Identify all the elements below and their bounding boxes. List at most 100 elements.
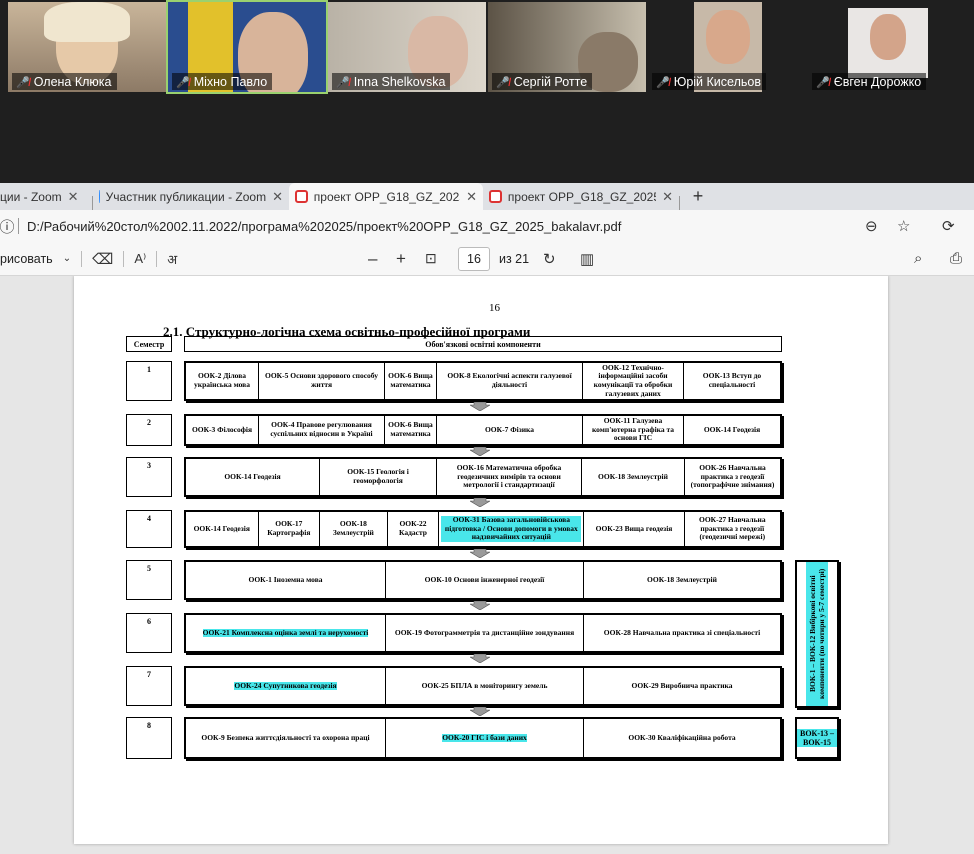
component-cell: ООК-14 Геодезія: [186, 512, 259, 546]
component-cell: ООК-28 Навчальна практика зі спеціальнос…: [584, 615, 780, 651]
zoom-magnifier-icon[interactable]: ⊖: [865, 217, 878, 235]
close-icon[interactable]: ✕: [68, 189, 79, 205]
mic-muted-icon: 🎤̸: [496, 76, 510, 89]
component-cell: ООК-23 Вища геодезія: [584, 512, 685, 546]
component-cell: ООК-27 Навчальна практика з геодезії (ге…: [685, 512, 780, 546]
participant-tile-3[interactable]: 🎤̸ Inna Shelkovska: [328, 2, 486, 92]
component-cell: ООК-25 БПЛА в моніторингу земель: [386, 668, 584, 704]
tab-zoom-1[interactable]: ции - Zoom ✕: [0, 183, 92, 210]
component-label: ООК-30 Кваліфікаційна робота: [628, 732, 736, 742]
component-label: ООК-3 Філософія: [191, 424, 253, 434]
component-label: ООК-1 Іноземна мова: [248, 574, 323, 584]
semester-row: ООК-14 Геодезія ООК-17 Картографія ООК-18 …: [184, 510, 782, 548]
page-number: 16: [489, 302, 500, 314]
component-cell: ООК-5 Основи здорового способу життя: [259, 363, 385, 399]
component-cell: ООК-8 Екологічні аспекти галузевої діяль…: [437, 363, 583, 399]
component-cell: ООК-19 Фотограмметрія та дистанційне зон…: [386, 615, 584, 651]
zoom-in-button[interactable]: +: [396, 249, 406, 269]
semester-row: ООК-21 Комплексна оцінка землі та нерухо…: [184, 613, 782, 653]
read-aloud-icon[interactable]: A⁾: [134, 251, 146, 267]
pdf-toolbar: рисовать ⌄ ⌫ A⁾ अ – + ⊡ 16 из 21 ↻ ▥ ⌕ ⎙: [0, 242, 974, 276]
close-icon[interactable]: ✕: [662, 189, 673, 205]
down-arrow-icon: [470, 549, 490, 558]
component-cell: ООК-29 Виробнича практика: [584, 668, 780, 704]
semester-cell: 8: [126, 717, 172, 759]
pdf-page: 16 2.1. Структурно-логічна схема освітнь…: [74, 276, 888, 844]
participant-tile-5[interactable]: 🎤̸ Юрій Кисельов: [648, 2, 806, 92]
semester-cell: 2: [126, 414, 172, 446]
info-icon[interactable]: ⓘ: [0, 216, 15, 237]
tab-zoom-2[interactable]: Участник публикации - Zoom ✕: [93, 183, 289, 210]
down-arrow-icon: [470, 707, 490, 716]
component-cell: ООК-14 Геодезія: [684, 416, 780, 444]
component-label: ООК-18 Землеустрій: [598, 471, 668, 481]
down-arrow-icon: [470, 654, 490, 663]
component-label: ООК-11 Галузева комп'ютерна графіка та о…: [591, 416, 675, 443]
mic-muted-icon: 🎤̸: [656, 76, 670, 89]
component-label: ООК-28 Навчальна практика зі спеціальнос…: [603, 627, 761, 637]
fit-page-icon[interactable]: ⊡: [425, 250, 437, 267]
component-label: ООК-13 Вступ до спеціальності: [702, 371, 762, 389]
component-cell: ООК-24 Супутникова геодезія: [186, 668, 386, 704]
component-label: ООК-24 Супутникова геодезія: [234, 680, 337, 691]
down-arrow-icon: [470, 402, 490, 411]
component-label: ООК-17 Картографія: [267, 519, 311, 537]
component-label: ООК-8 Екологічні аспекти галузевої діяль…: [447, 371, 572, 389]
component-label: ООК-9 Безпека життєдіяльності та охорона…: [201, 732, 370, 742]
url-text[interactable]: D:/Рабочий%20стол%2002.11.2022/програма%…: [27, 219, 621, 234]
participant-name: 🎤̸ Олена Клюка: [12, 73, 117, 90]
down-arrow-icon: [470, 447, 490, 456]
star-icon[interactable]: ☆: [897, 217, 910, 235]
component-cell: ООК-18 Землеустрій: [584, 562, 780, 598]
component-label: ООК-26 Навчальна практика з геодезії (то…: [690, 463, 775, 490]
mic-muted-icon: 🎤̸: [816, 76, 830, 89]
component-cell: ООК-20 ГІС і бази даних: [386, 719, 584, 757]
component-label: ООК-14 Геодезія: [224, 471, 281, 481]
tab-pdf-bakalavr[interactable]: проект OPP_G18_GZ_2025_bakala✕: [289, 183, 483, 210]
component-cell: ООК-6 Вища математика: [385, 363, 437, 399]
component-cell: ООК-4 Правове регулювання суспільних від…: [259, 416, 385, 444]
component-cell: ООК-11 Галузева комп'ютерна графіка та о…: [583, 416, 684, 444]
eraser-icon[interactable]: ⌫: [92, 250, 113, 268]
component-label: ООК-18 Землеустрій: [332, 519, 374, 537]
component-cell: ООК-16 Математична обробка геодезичних в…: [437, 459, 582, 495]
mic-muted-icon: 🎤̸: [176, 76, 190, 89]
participant-tile-6[interactable]: 🎤̸ Євген Дорожко: [808, 2, 974, 92]
component-cell: ООК-9 Безпека життєдіяльності та охорона…: [186, 719, 386, 757]
elective-block-8: ВОК-13 – ВОК-15: [795, 717, 839, 759]
participant-name: 🎤̸ Міхно Павло: [172, 73, 273, 90]
participant-tile-1[interactable]: 🎤̸ Олена Клюка: [8, 2, 166, 92]
component-cell: ООК-3 Філософія: [186, 416, 259, 444]
extensions-icon[interactable]: ⟳: [942, 217, 955, 235]
rotate-icon[interactable]: ↻: [543, 250, 556, 268]
participant-name: 🎤̸ Inna Shelkovska: [332, 73, 451, 90]
new-tab-button[interactable]: +: [680, 183, 716, 210]
chevron-down-icon[interactable]: ⌄: [63, 253, 71, 264]
component-cell: ООК-26 Навчальна практика з геодезії (то…: [685, 459, 780, 495]
participant-tile-2[interactable]: 🎤̸ Міхно Павло: [166, 0, 328, 94]
tab-pdf-magis[interactable]: проект OPP_G18_GZ_2025_Magis✕: [483, 183, 679, 210]
close-icon[interactable]: ✕: [272, 189, 283, 205]
component-label: ООК-14 Геодезія: [703, 424, 761, 434]
close-icon[interactable]: ✕: [466, 189, 477, 205]
pdf-icon: [295, 190, 308, 203]
component-cell: ООК-15 Геологія і геоморфологія: [320, 459, 437, 495]
participant-tile-4[interactable]: 🎤̸ Сергій Ротте: [488, 2, 646, 92]
component-cell: ООК-14 Геодезія: [186, 459, 320, 495]
semester-cell: 4: [126, 510, 172, 548]
semester-row: ООК-2 Ділова українська мова ООК-5 Основи…: [184, 361, 782, 401]
pdf-viewer[interactable]: 16 2.1. Структурно-логічна схема освітнь…: [0, 276, 974, 854]
page-view-icon[interactable]: ▥: [580, 250, 594, 268]
component-label: ООК-22 Кадастр: [399, 519, 427, 537]
component-label: ООК-4 Правове регулювання суспільних від…: [270, 420, 373, 438]
draw-button[interactable]: рисовать: [0, 252, 53, 266]
component-label: ООК-12 Технічно-інформаційні засоби кому…: [593, 362, 673, 398]
print-icon[interactable]: ⎙: [950, 250, 962, 267]
translate-icon[interactable]: अ: [167, 250, 177, 268]
page-number-input[interactable]: 16: [458, 246, 490, 271]
zoom-out-button[interactable]: –: [368, 249, 377, 269]
component-label: ООК-2 Ділова українська мова: [194, 371, 250, 389]
component-cell: ООК-7 Фізика: [437, 416, 583, 444]
component-label: ООК-16 Математична обробка геодезичних в…: [456, 463, 562, 490]
search-icon[interactable]: ⌕: [914, 250, 922, 267]
